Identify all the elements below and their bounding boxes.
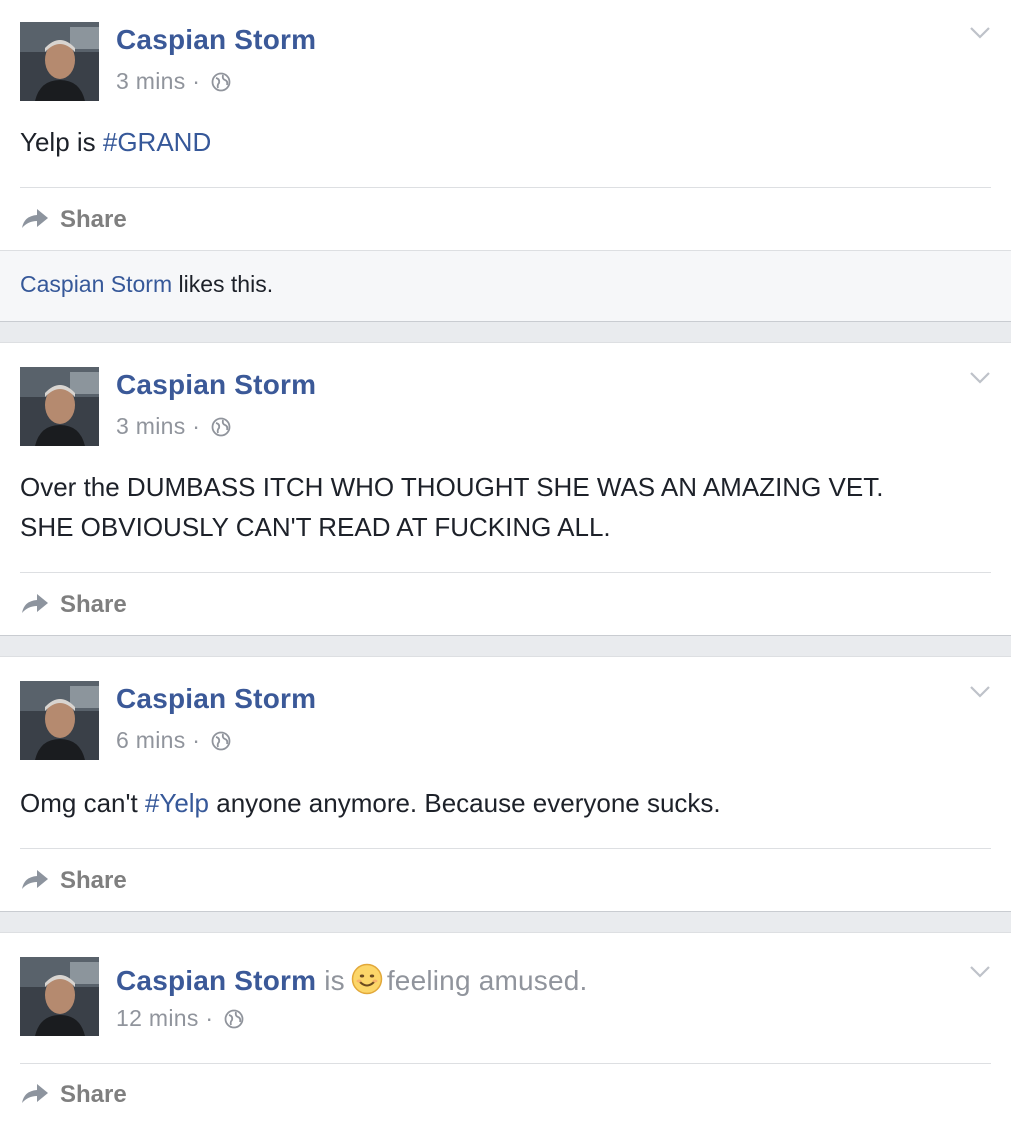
time-text[interactable]: 3 mins: [116, 413, 186, 439]
post-timestamp: 6 mins ·: [116, 727, 231, 757]
time-text[interactable]: 6 mins: [116, 727, 186, 753]
post-header: Caspian Storm 6 mins ·: [20, 681, 1011, 761]
liker-name-link[interactable]: Caspian Storm: [20, 271, 172, 297]
avatar[interactable]: [20, 22, 99, 101]
feed-post: Caspian Storm 6 mins · Omg can't #Yelp a…: [0, 656, 1011, 912]
share-label: Share: [60, 206, 127, 233]
chevron-down-icon[interactable]: [969, 371, 991, 390]
divider: [20, 1063, 991, 1064]
hashtag-link[interactable]: #Yelp: [145, 788, 209, 818]
globe-icon[interactable]: [224, 1008, 244, 1035]
post-text-line: Over the DUMBASS ITCH WHO THOUGHT SHE WA…: [20, 472, 884, 502]
share-arrow-icon: [20, 867, 50, 896]
likes-text: Caspian Storm likes this.: [20, 271, 273, 298]
author-name[interactable]: Caspian Storm: [116, 683, 316, 715]
post-text: Yelp is #GRAND: [20, 127, 212, 157]
is-word: is: [324, 965, 345, 996]
separator-dot: ·: [192, 727, 201, 753]
hashtag-link[interactable]: #GRAND: [103, 127, 211, 157]
avatar[interactable]: [20, 681, 99, 760]
separator-dot: ·: [192, 413, 201, 439]
feed-post: Caspian Storm 3 mins · Yelp is #GRAND Sh…: [0, 0, 1011, 322]
post-text: Omg can't #Yelp anyone anymore. Because …: [20, 788, 721, 818]
share-label: Share: [60, 1081, 127, 1108]
likes-summary: Caspian Storm likes this.: [0, 250, 1011, 321]
share-button[interactable]: Share: [20, 585, 127, 625]
post-header: Caspian Storm 3 mins ·: [20, 22, 1011, 102]
author-name[interactable]: Caspian Storm: [116, 24, 316, 56]
globe-icon[interactable]: [211, 71, 231, 98]
globe-icon[interactable]: [211, 416, 231, 443]
chevron-down-icon[interactable]: [969, 26, 991, 45]
chevron-down-icon[interactable]: [969, 685, 991, 704]
share-arrow-icon: [20, 591, 50, 620]
post-timestamp: 12 mins ·: [116, 1005, 244, 1035]
globe-icon[interactable]: [211, 730, 231, 757]
share-button[interactable]: Share: [20, 200, 127, 240]
divider: [20, 187, 991, 188]
share-arrow-icon: [20, 1081, 50, 1110]
chevron-down-icon[interactable]: [969, 965, 991, 984]
share-arrow-icon: [20, 206, 50, 235]
avatar[interactable]: [20, 367, 99, 446]
avatar[interactable]: [20, 957, 99, 1036]
time-text[interactable]: 12 mins: [116, 1005, 199, 1031]
share-label: Share: [60, 867, 127, 894]
author-name: Caspian Storm is feeling amused.: [116, 963, 588, 1002]
share-button[interactable]: Share: [20, 861, 127, 901]
separator-dot: ·: [192, 68, 201, 94]
share-button[interactable]: Share: [20, 1075, 127, 1115]
feed-post: Caspian Storm is feeling amused. 12 mins …: [0, 932, 1011, 1122]
time-text[interactable]: 3 mins: [116, 68, 186, 94]
author-name-link[interactable]: Caspian Storm: [116, 965, 316, 996]
post-timestamp: 3 mins ·: [116, 413, 231, 443]
divider: [20, 572, 991, 573]
feeling-text[interactable]: feeling amused.: [387, 965, 588, 996]
post-text-line: SHE OBVIOUSLY CAN'T READ AT FUCKING ALL.: [20, 512, 611, 542]
share-label: Share: [60, 591, 127, 618]
post-text: Over the DUMBASS ITCH WHO THOUGHT SHE WA…: [20, 467, 971, 547]
divider: [20, 848, 991, 849]
smiling-face-icon: [351, 963, 383, 1002]
likes-suffix: likes this.: [178, 271, 274, 297]
post-header: Caspian Storm 3 mins ·: [20, 367, 1011, 447]
author-name[interactable]: Caspian Storm: [116, 369, 316, 401]
post-timestamp: 3 mins ·: [116, 68, 231, 98]
post-header: Caspian Storm is feeling amused. 12 mins …: [20, 957, 1011, 1037]
separator-dot: ·: [205, 1005, 214, 1031]
feed-post: Caspian Storm 3 mins · Over the DUMBASS …: [0, 342, 1011, 636]
